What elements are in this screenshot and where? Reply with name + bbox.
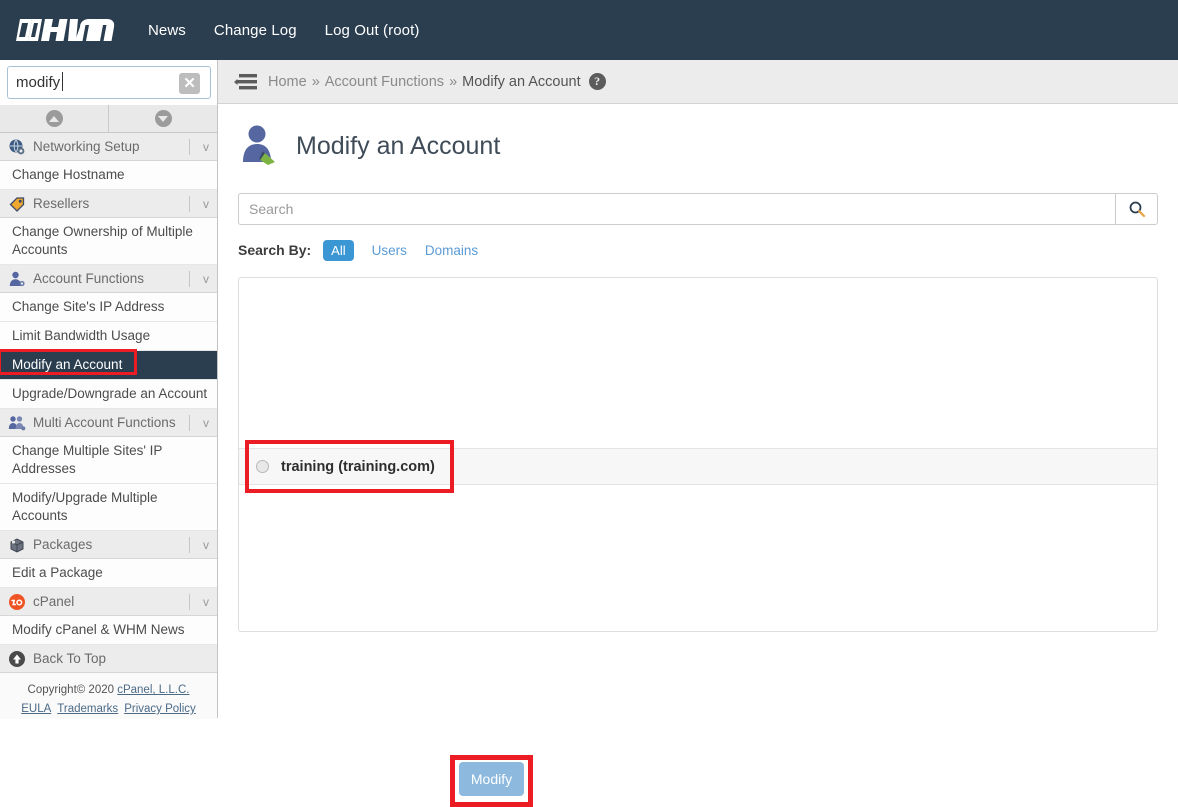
- main-content: Modify an Account Search By: All Users D…: [218, 104, 1178, 807]
- eula-link[interactable]: EULA: [21, 703, 51, 715]
- sidebar-item-change-site-ip-address[interactable]: Change Site's IP Address: [0, 293, 217, 322]
- copyright-line: Copyright© 2020 cPanel, L.L.C.: [6, 681, 211, 700]
- whm-logo[interactable]: [12, 15, 122, 45]
- package-icon: [8, 536, 26, 554]
- sidebar-group-cpanel[interactable]: cPanel v: [0, 588, 217, 616]
- cpanel-icon: [8, 593, 26, 611]
- trademarks-link[interactable]: Trademarks: [57, 703, 118, 715]
- sidebar-item-change-ownership-multiple-accounts[interactable]: Change Ownership of Multiple Accounts: [0, 218, 217, 265]
- divider: [189, 594, 190, 610]
- topnav-link-change-log[interactable]: Change Log: [214, 22, 297, 39]
- table-row[interactable]: training (training.com): [239, 448, 1157, 485]
- tag-icon: [8, 195, 26, 213]
- hamburger-icon[interactable]: [234, 73, 258, 91]
- breadcrumb: Home » Account Functions » Modify an Acc…: [268, 73, 606, 90]
- top-navigation-bar: News Change Log Log Out (root): [0, 0, 1178, 60]
- sidebar-group-networking-setup[interactable]: Networking Setup v: [0, 133, 217, 161]
- arrow-up-circle-icon: [8, 650, 26, 668]
- chevron-down-icon: [154, 110, 172, 127]
- cpanel-company-link[interactable]: cPanel, L.L.C.: [117, 684, 189, 696]
- account-radio-button[interactable]: [256, 460, 269, 473]
- account-search-row: [238, 193, 1158, 225]
- topnav-link-log-out[interactable]: Log Out (root): [325, 22, 420, 39]
- users-icon: [8, 414, 26, 432]
- page-title: Modify an Account: [296, 132, 501, 160]
- breadcrumb-separator: »: [449, 73, 458, 90]
- sidebar-scroll-up-button[interactable]: [0, 105, 109, 132]
- sidebar-item-edit-a-package[interactable]: Edit a Package: [0, 559, 217, 588]
- filter-all[interactable]: All: [323, 239, 354, 261]
- text-cursor: [62, 72, 63, 91]
- search-button[interactable]: [1115, 193, 1158, 225]
- sidebar-item-modify-upgrade-multiple-accounts[interactable]: Modify/Upgrade Multiple Accounts: [0, 484, 217, 531]
- globe-icon: [8, 138, 26, 156]
- sidebar-item-modify-an-account[interactable]: Modify an Account: [0, 349, 217, 380]
- sidebar-scroll-down-button[interactable]: [109, 105, 217, 132]
- divider: [189, 139, 190, 155]
- filter-users[interactable]: Users: [372, 243, 407, 258]
- privacy-policy-link[interactable]: Privacy Policy: [124, 703, 196, 715]
- breadcrumb-separator: »: [311, 73, 320, 90]
- clear-x-icon[interactable]: ✕: [179, 73, 200, 94]
- search-by-label: Search By:: [238, 242, 312, 258]
- sidebar-footer: Copyright© 2020 cPanel, L.L.C. EULA Trade…: [0, 673, 217, 719]
- account-label[interactable]: training (training.com): [281, 459, 435, 475]
- breadcrumb-current: Modify an Account: [462, 73, 581, 90]
- breadcrumb-account-functions[interactable]: Account Functions: [325, 74, 444, 90]
- divider: [189, 271, 190, 287]
- user-icon: [8, 270, 26, 288]
- sidebar-item-change-hostname[interactable]: Change Hostname: [0, 161, 217, 190]
- chevron-down-icon[interactable]: v: [203, 415, 209, 431]
- sidebar: ✕ Networking Setup v Change Hostname Res…: [0, 60, 218, 719]
- modify-button[interactable]: Modify: [459, 762, 524, 796]
- sidebar-group-account-functions[interactable]: Account Functions v: [0, 265, 217, 293]
- footer-links: EULA Trademarks Privacy Policy: [6, 700, 211, 719]
- sidebar-item-label: Modify an Account: [12, 357, 123, 372]
- sidebar-search-wrapper: ✕: [0, 60, 217, 105]
- help-circle-icon[interactable]: ?: [588, 73, 606, 90]
- divider: [189, 415, 190, 431]
- sidebar-group-resellers[interactable]: Resellers v: [0, 190, 217, 218]
- back-to-top-label: Back To Top: [33, 651, 107, 666]
- sidebar-group-packages[interactable]: Packages v: [0, 531, 217, 559]
- page-header: Modify an Account: [218, 104, 1178, 171]
- account-results-panel: training (training.com): [238, 277, 1158, 632]
- sidebar-item-upgrade-downgrade-an-account[interactable]: Upgrade/Downgrade an Account: [0, 380, 217, 409]
- divider: [189, 537, 190, 553]
- sidebar-item-limit-bandwidth-usage[interactable]: Limit Bandwidth Usage: [0, 322, 217, 351]
- breadcrumb-bar: Home » Account Functions » Modify an Acc…: [218, 60, 1178, 104]
- breadcrumb-home[interactable]: Home: [268, 74, 307, 90]
- filter-domains[interactable]: Domains: [425, 243, 478, 258]
- chevron-down-icon[interactable]: v: [203, 271, 209, 287]
- sidebar-group-multi-account-functions[interactable]: Multi Account Functions v: [0, 409, 217, 437]
- sidebar-item-change-multiple-sites-ip-addresses[interactable]: Change Multiple Sites' IP Addresses: [0, 437, 217, 484]
- divider: [189, 196, 190, 212]
- sidebar-back-to-top[interactable]: Back To Top: [0, 645, 217, 673]
- user-edit-icon: [238, 122, 282, 171]
- search-icon: [1129, 201, 1145, 218]
- search-by-filters: Search By: All Users Domains: [238, 239, 1178, 261]
- search-input[interactable]: [238, 193, 1115, 225]
- chevron-down-icon[interactable]: v: [203, 196, 209, 212]
- sidebar-scroll-buttons: [0, 105, 217, 133]
- topnav-link-news[interactable]: News: [148, 22, 186, 39]
- chevron-down-icon[interactable]: v: [203, 537, 209, 553]
- chevron-down-icon[interactable]: v: [203, 139, 209, 155]
- sidebar-item-modify-cpanel-whm-news[interactable]: Modify cPanel & WHM News: [0, 616, 217, 645]
- copyright-text: Copyright© 2020: [27, 684, 118, 696]
- sidebar-nav-list: Networking Setup v Change Hostname Resel…: [0, 133, 217, 645]
- chevron-up-icon: [45, 110, 63, 127]
- chevron-down-icon[interactable]: v: [203, 594, 209, 610]
